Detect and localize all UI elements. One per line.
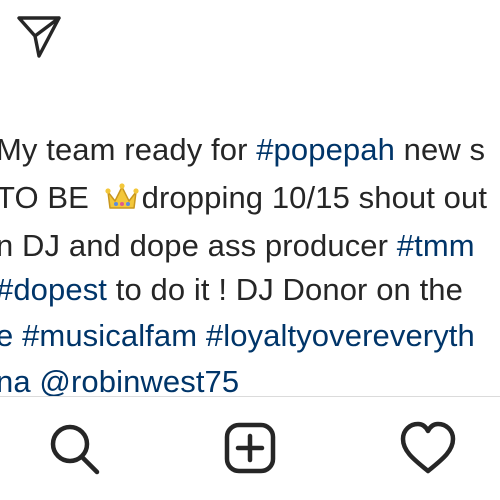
crown-emoji-icon <box>105 183 139 209</box>
caption-text: new s <box>394 132 486 167</box>
search-icon <box>50 424 100 475</box>
paper-plane-icon <box>17 16 61 58</box>
caption-text: TO BE <box>0 180 98 215</box>
activity-button[interactable] <box>398 419 458 479</box>
caption-line: My team ready for #popepah new s <box>0 132 485 168</box>
caption-text: My team ready for <box>0 132 257 167</box>
hashtag-link[interactable]: #tmm <box>397 228 475 263</box>
hashtag-link[interactable]: #musicalfam <box>22 318 197 353</box>
new-post-icon <box>224 422 276 474</box>
hashtag-link[interactable]: #loyaltyovereveryth <box>206 318 475 353</box>
hashtag-link <box>197 318 206 353</box>
caption-line: n DJ and dope ass producer #tmm <box>0 228 475 264</box>
new-post-button[interactable] <box>222 419 282 479</box>
caption-line: TO BE dropping 10/15 shout out <box>0 180 487 216</box>
caption-line: e #musicalfam #loyaltyovereveryth <box>0 318 475 354</box>
hashtag-link[interactable]: e <box>0 318 22 353</box>
caption-text: dropping 10/15 shout out <box>141 180 488 215</box>
heart-icon <box>400 421 456 474</box>
mention-link[interactable]: @robinwest75 <box>39 364 239 399</box>
caption-line: #dopest to do it ! DJ Donor on the <box>0 272 463 308</box>
bottom-nav-bar <box>0 397 500 500</box>
search-button[interactable] <box>44 419 104 479</box>
caption-text: to do it ! DJ Donor on the <box>107 272 463 307</box>
hashtag-link[interactable]: #dopest <box>0 272 107 307</box>
caption-text: n DJ and dope ass producer <box>0 228 397 263</box>
hashtag-link[interactable]: #popepah <box>256 132 395 167</box>
hashtag-link[interactable]: na <box>0 364 39 399</box>
caption-line: na @robinwest75 <box>0 364 239 400</box>
share-button[interactable] <box>16 14 62 60</box>
